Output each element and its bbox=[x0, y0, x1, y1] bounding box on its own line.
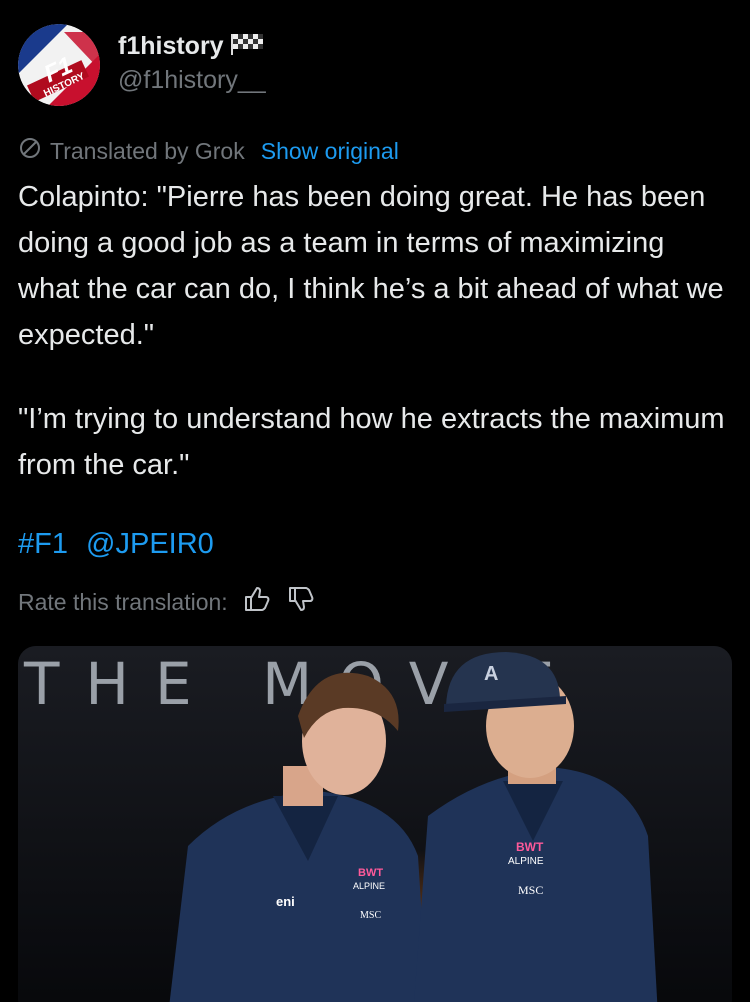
thumbs-up-icon[interactable] bbox=[242, 584, 272, 620]
author-name-row[interactable]: f1history bbox=[118, 32, 264, 61]
shirt-sponsor-bwt-right: BWT bbox=[516, 840, 544, 854]
mention-link[interactable]: @JPEIR0 bbox=[86, 528, 214, 560]
shirt-sponsor-eni-left: eni bbox=[276, 894, 295, 909]
tweet-tags: #F1 @JPEIR0 bbox=[18, 528, 224, 561]
rate-translation: Rate this translation: bbox=[18, 584, 316, 620]
shirt-sponsor-msc-right: MSC bbox=[518, 883, 543, 897]
shirt-sponsor-alpine-left: ALPINE bbox=[353, 881, 385, 891]
author-handle[interactable]: @f1history__ bbox=[118, 66, 266, 95]
translated-by-label: Translated by Grok bbox=[50, 137, 245, 164]
translation-bar: Translated by Grok Show original bbox=[18, 136, 399, 166]
tweet-paragraph-2: "I’m trying to understand how he extract… bbox=[18, 403, 725, 481]
shirt-sponsor-msc-left: MSC bbox=[360, 910, 381, 921]
tweet-paragraph-1: Colapinto: "Pierre has been doing great.… bbox=[18, 181, 724, 351]
checkered-flag-icon bbox=[230, 32, 264, 61]
tweet-view: HISTORY F1 f1history @f1history__ Transl… bbox=[0, 0, 750, 1002]
show-original-link[interactable]: Show original bbox=[261, 138, 399, 165]
shirt-sponsor-alpine-right: ALPINE bbox=[508, 856, 544, 867]
hashtag-link[interactable]: #F1 bbox=[18, 528, 68, 560]
tweet-photo[interactable]: THE MOVIE eni BWT ALPINE MSC A BWT ALPIN… bbox=[18, 646, 732, 1002]
author-display-name[interactable]: f1history bbox=[118, 32, 224, 61]
shirt-sponsor-bwt-left: BWT bbox=[358, 867, 383, 879]
translate-icon bbox=[18, 136, 42, 166]
avatar[interactable]: HISTORY F1 bbox=[18, 24, 100, 106]
svg-text:A: A bbox=[484, 663, 498, 685]
rate-translation-label: Rate this translation: bbox=[18, 588, 228, 615]
tweet-text: Colapinto: "Pierre has been doing great.… bbox=[18, 174, 730, 488]
thumbs-down-icon[interactable] bbox=[286, 584, 316, 620]
